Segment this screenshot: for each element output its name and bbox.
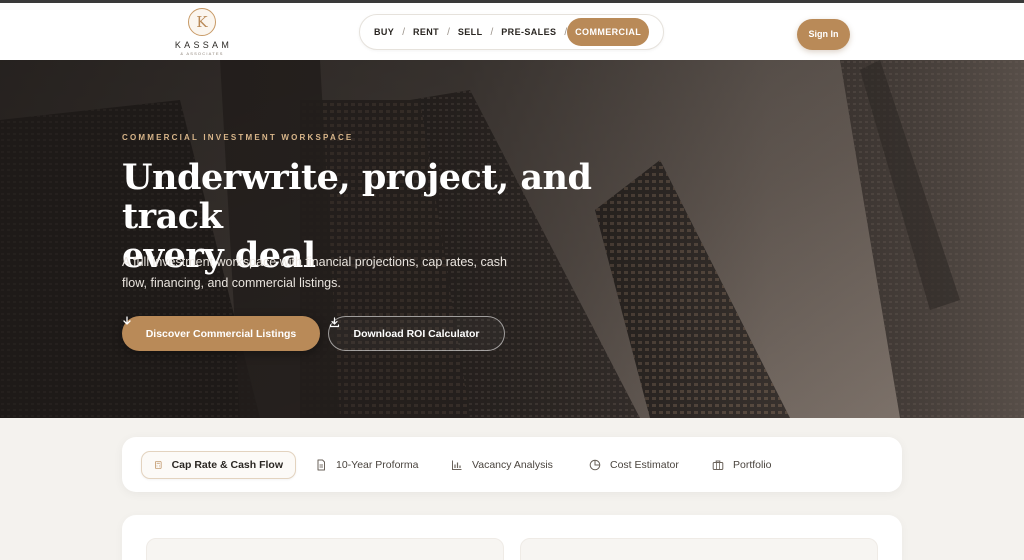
- hero-eyebrow: COMMERCIAL INVESTMENT WORKSPACE: [122, 133, 354, 142]
- hero-description-line: flow, financing, and commercial listings…: [122, 276, 341, 290]
- tab-vacancy-analysis[interactable]: Vacancy Analysis: [439, 451, 565, 479]
- download-roi-label: Download ROI Calculator: [353, 327, 480, 340]
- bar-chart-icon: [452, 460, 462, 470]
- briefcase-icon: [712, 460, 724, 470]
- tab-10-year-proforma[interactable]: 10-Year Proforma: [303, 451, 431, 479]
- tab-label: Cap Rate & Cash Flow: [171, 459, 283, 471]
- workspace-content-card: [122, 515, 902, 560]
- download-roi-button[interactable]: Download ROI Calculator: [328, 316, 505, 351]
- tab-cap-rate-cash-flow[interactable]: Cap Rate & Cash Flow: [141, 451, 296, 479]
- tab-label: Cost Estimator: [610, 459, 679, 471]
- tab-portfolio[interactable]: Portfolio: [700, 451, 784, 479]
- sign-in-button[interactable]: Sign In: [797, 19, 850, 50]
- hero-description-line: A full investment workspace with financi…: [122, 255, 507, 269]
- site-header: K KASSAM & ASSOCIATES BUY / RENT / SELL …: [0, 3, 1024, 60]
- content-panel-right: [520, 538, 878, 560]
- calculator-icon: [155, 461, 162, 469]
- download-icon: [329, 317, 340, 328]
- nav-item-buy[interactable]: BUY: [366, 18, 402, 46]
- discover-listings-button[interactable]: Discover Commercial Listings: [122, 316, 320, 351]
- tab-cost-estimator[interactable]: Cost Estimator: [577, 451, 691, 479]
- tab-label: Portfolio: [733, 459, 772, 471]
- hero-title-line: Underwrite, project, and track: [122, 157, 592, 237]
- tab-label: Vacancy Analysis: [472, 459, 553, 471]
- discover-listings-label: Discover Commercial Listings: [145, 327, 297, 340]
- nav-item-rent[interactable]: RENT: [405, 18, 447, 46]
- tab-label: 10-Year Proforma: [336, 459, 419, 471]
- document-icon: [317, 459, 325, 471]
- content-panel-left: [146, 538, 504, 560]
- arrow-down-icon: [123, 316, 131, 325]
- hero-description: A full investment workspace with financi…: [122, 252, 552, 294]
- brand-name: KASSAM: [174, 40, 233, 50]
- hero-section: COMMERCIAL INVESTMENT WORKSPACE Underwri…: [0, 60, 1024, 418]
- brand-subtitle: & ASSOCIATES: [180, 51, 224, 56]
- nav-item-pre-sales[interactable]: PRE-SALES: [493, 18, 564, 46]
- logo-monogram-icon: K: [188, 8, 216, 36]
- pie-chart-icon: [589, 459, 601, 471]
- brand-logo[interactable]: K KASSAM & ASSOCIATES: [171, 6, 233, 58]
- nav-item-sell[interactable]: SELL: [450, 18, 491, 46]
- workspace-tabs: Cap Rate & Cash Flow 10-Year Proforma Va…: [122, 437, 902, 492]
- nav-item-commercial[interactable]: COMMERCIAL: [567, 18, 650, 46]
- main-nav: BUY / RENT / SELL / PRE-SALES / COMMERCI…: [359, 14, 664, 50]
